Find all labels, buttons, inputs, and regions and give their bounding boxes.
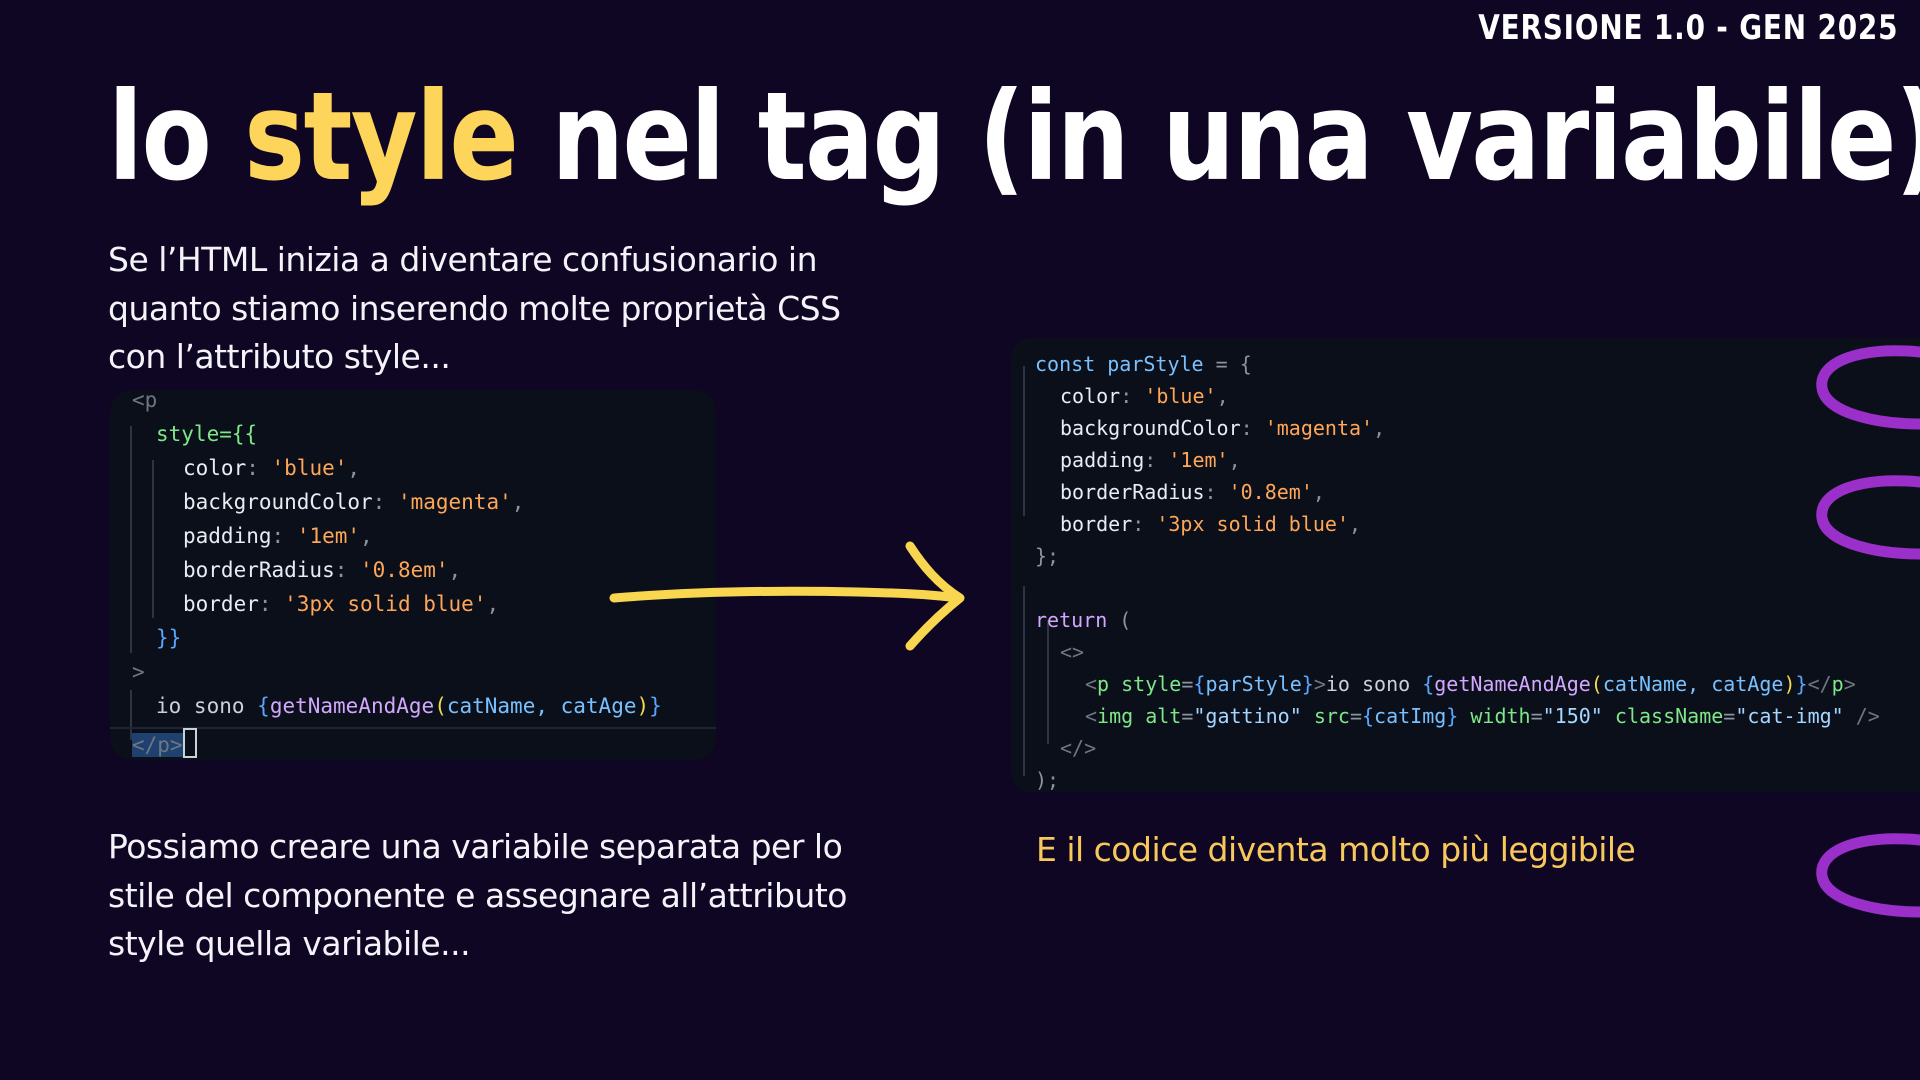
hand-drawn-arrow-right-icon <box>609 541 965 651</box>
version-label: VERSIONE 1.0 - GEN 2025 <box>1477 8 1898 48</box>
indent-guide <box>1023 586 1025 776</box>
code-line-prop: border: '3px solid blue', <box>183 592 500 616</box>
code-line-content: io sono {getNameAndAge(catName, catAge)} <box>156 694 662 718</box>
indent-guide <box>130 426 132 653</box>
code-line-p-element: <p style={parStyle}>io sono {getNameAndA… <box>1085 672 1856 696</box>
title-prefix: lo <box>108 66 245 208</box>
code-line-prop: borderRadius: '0.8em', <box>183 558 462 582</box>
text-cursor <box>182 728 197 758</box>
code-line-decl-close: }; <box>1035 544 1060 568</box>
purple-loop-decoration-icon <box>1816 833 1920 918</box>
code-line-prop: backgroundColor: 'magenta', <box>183 490 525 514</box>
code-line-close-tag: </p> <box>132 728 197 758</box>
intro-text: Se l’HTML inizia a diventare confusionar… <box>108 240 841 376</box>
conclusion-text: E il codice diventa molto più leggibile <box>1036 830 1636 869</box>
code-line-prop: border: '3px solid blue', <box>1060 512 1362 536</box>
code-line-prop: padding: '1em', <box>183 524 373 548</box>
current-line-indicator <box>110 727 716 729</box>
code-line-prop: color: 'blue', <box>1060 384 1229 408</box>
code-after-block: const parStyle = { color: 'blue', backgr… <box>1011 338 1920 792</box>
purple-loop-decoration-icon <box>1816 475 1920 560</box>
code-line-prop: backgroundColor: 'magenta', <box>1060 416 1386 440</box>
code-line-style-close: }} <box>156 626 182 650</box>
code-line-declaration: const parStyle = { <box>1035 352 1252 376</box>
slide-title: lo style nel tag (in una variabile) <box>108 62 1920 212</box>
title-suffix: nel tag (in una variabile) <box>517 66 1920 208</box>
code-line-prop: padding: '1em', <box>1060 448 1241 472</box>
code-line-tag-close: > <box>132 660 145 684</box>
code-line-return: return ( <box>1035 608 1132 632</box>
code-line-open-tag: <p <box>132 390 158 412</box>
title-highlight: style <box>244 66 519 208</box>
code-line-prop: borderRadius: '0.8em', <box>1060 480 1325 504</box>
code-line-fragment-close: </> <box>1060 736 1097 760</box>
indent-guide <box>152 460 154 618</box>
indent-guide <box>1047 620 1049 744</box>
code-line-style-open: style={{ <box>156 422 258 446</box>
code-line-img-element: <img alt="gattino" src={catImg} width="1… <box>1085 704 1880 728</box>
indent-guide <box>1023 366 1025 516</box>
code-line-prop: color: 'blue', <box>183 456 361 480</box>
code-line-return-close: ); <box>1035 768 1060 792</box>
code-line-fragment-open: <> <box>1060 640 1085 664</box>
purple-loop-decoration-icon <box>1816 345 1920 430</box>
explanation-text: Possiamo creare una variabile separata p… <box>108 827 847 963</box>
